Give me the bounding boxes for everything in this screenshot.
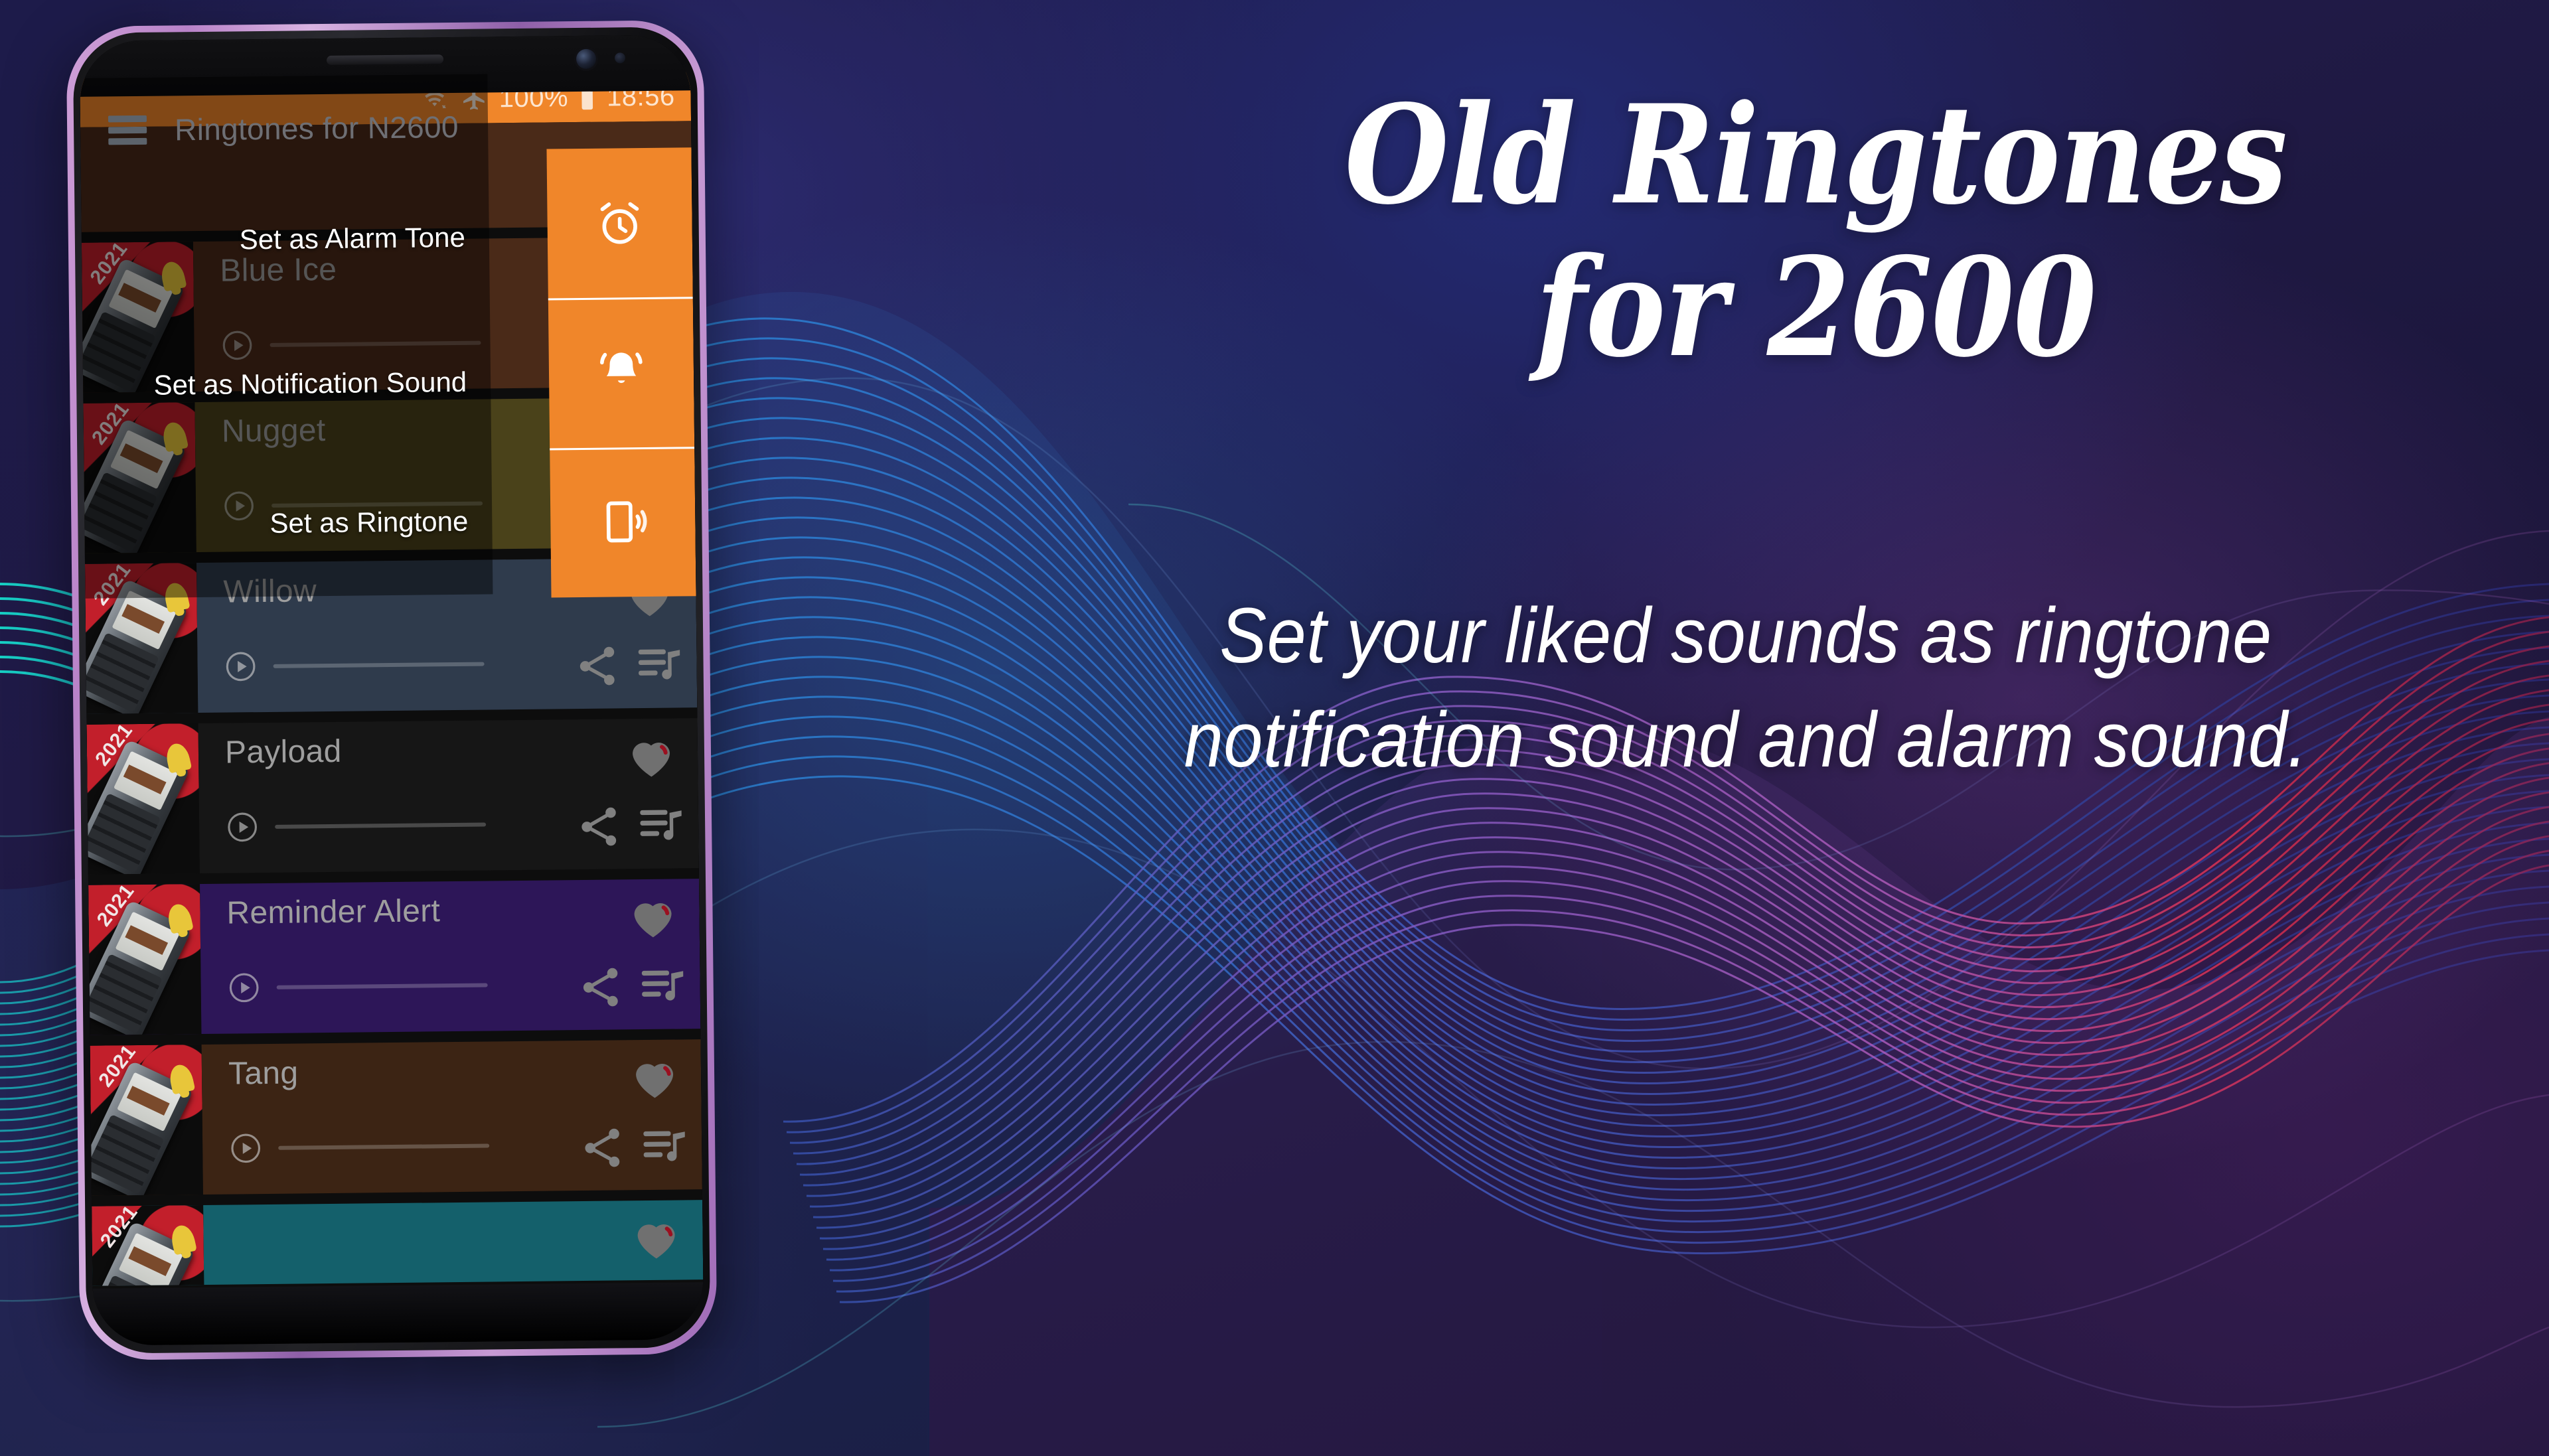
share-icon[interactable] (575, 802, 623, 851)
track-thumbnail: 2021 (90, 1045, 203, 1196)
seek-bar[interactable] (276, 983, 488, 989)
track-player[interactable] (219, 325, 481, 364)
track-thumbnail: 2021 (88, 884, 202, 1035)
track-title: Blue Ice (220, 252, 337, 289)
play-circle-icon[interactable] (228, 1130, 264, 1167)
set-as-ringtone-button[interactable] (550, 447, 696, 598)
heart-icon[interactable] (625, 888, 681, 944)
share-icon[interactable] (576, 963, 625, 1011)
track-title (230, 1214, 564, 1218)
app-bar-title: Ringtones for N2600 (174, 109, 459, 147)
track-actions[interactable] (561, 879, 700, 1030)
play-circle-icon[interactable] (219, 327, 256, 364)
bell-ring-icon (600, 352, 643, 384)
promo-headline-line2: for 2600 (1535, 228, 2097, 388)
heart-icon[interactable] (627, 1049, 683, 1105)
track-title: Payload (224, 733, 342, 770)
play-circle-icon[interactable] (224, 809, 261, 845)
track-info: Willow (196, 559, 559, 713)
phone-mockup: 100% 18:56 2021 Blue Ice 2021 Nugget 202… (66, 20, 718, 1360)
seek-bar[interactable] (270, 340, 481, 347)
phone-bottom-bar (92, 1282, 704, 1346)
front-camera (576, 48, 597, 70)
alarm-clock-icon (600, 202, 639, 244)
track-thumbnail: 2021 (84, 563, 198, 714)
promo-subheadline: Set your liked sounds as ringtone notifi… (1029, 584, 2463, 792)
dialog-option-notification-label[interactable]: Set as Notification Sound (95, 366, 467, 402)
seek-bar[interactable] (278, 1143, 490, 1150)
track-title: Nugget (221, 413, 326, 449)
track-info: Payload (198, 719, 561, 873)
share-icon[interactable] (578, 1124, 627, 1172)
track-title: Willow (223, 573, 317, 610)
app-screen: 100% 18:56 2021 Blue Ice 2021 Nugget 202… (80, 72, 704, 1309)
track-actions[interactable] (559, 718, 698, 869)
promo-headline-line1: Old Ringtones (1344, 76, 2287, 235)
track-thumbnail: 2021 (92, 1205, 204, 1286)
heart-icon[interactable] (623, 727, 680, 784)
hamburger-menu-icon[interactable] (108, 115, 147, 145)
promo-subheadline-line2: notification sound and alarm sound. (1184, 695, 2308, 784)
track-player[interactable] (226, 968, 488, 1006)
queue-music-icon[interactable] (639, 1120, 690, 1171)
track-player[interactable] (222, 646, 485, 685)
track-row-reminder-alert[interactable]: 2021 Reminder Alert (88, 879, 701, 1035)
track-player[interactable] (224, 807, 487, 845)
track-actions[interactable] (564, 1200, 703, 1281)
dialog-action-panel[interactable] (546, 147, 696, 598)
track-row-partial[interactable]: 2021 (92, 1200, 704, 1286)
track-thumbnail: 2021 (86, 723, 200, 875)
seek-bar[interactable] (275, 822, 487, 829)
promo-subheadline-line1: Set your liked sounds as ringtone (1219, 592, 2272, 680)
earpiece-speaker (326, 54, 444, 65)
track-title: Reminder Alert (226, 893, 441, 931)
queue-music-icon[interactable] (636, 799, 687, 850)
play-circle-icon[interactable] (222, 648, 259, 685)
phone-screen-glass: 100% 18:56 2021 Blue Ice 2021 Nugget 202… (79, 35, 704, 1346)
track-row-tang[interactable]: 2021 Tang (90, 1039, 702, 1196)
track-row-payload[interactable]: 2021 Payload (86, 718, 699, 875)
heart-icon[interactable] (628, 1209, 684, 1266)
queue-music-icon[interactable] (634, 638, 685, 690)
track-info: Reminder Alert (200, 880, 562, 1034)
promo-headline: Old Ringtones for 2600 (1229, 76, 2403, 388)
track-title: Tang (228, 1055, 299, 1092)
track-player[interactable] (228, 1128, 490, 1166)
share-icon[interactable] (573, 642, 621, 690)
track-info: Tang (202, 1041, 564, 1195)
set-as-alarm-tone-button[interactable] (546, 147, 692, 299)
promo-banner: 100% 18:56 2021 Blue Ice 2021 Nugget 202… (0, 0, 2549, 1456)
dialog-option-ringtone-label[interactable]: Set as Ringtone (96, 506, 468, 542)
proximity-sensor (614, 52, 626, 64)
seek-bar[interactable] (273, 662, 485, 668)
phone-vibrate-icon (606, 501, 647, 543)
track-actions[interactable] (563, 1039, 702, 1191)
track-info (203, 1201, 565, 1285)
dialog-option-alarm-label[interactable]: Set as Alarm Tone (94, 222, 466, 257)
app-bar: Ringtones for N2600 (80, 74, 489, 182)
set-as-notification-sound-button[interactable] (548, 297, 694, 449)
queue-music-icon[interactable] (637, 960, 688, 1011)
play-circle-icon[interactable] (226, 970, 262, 1006)
